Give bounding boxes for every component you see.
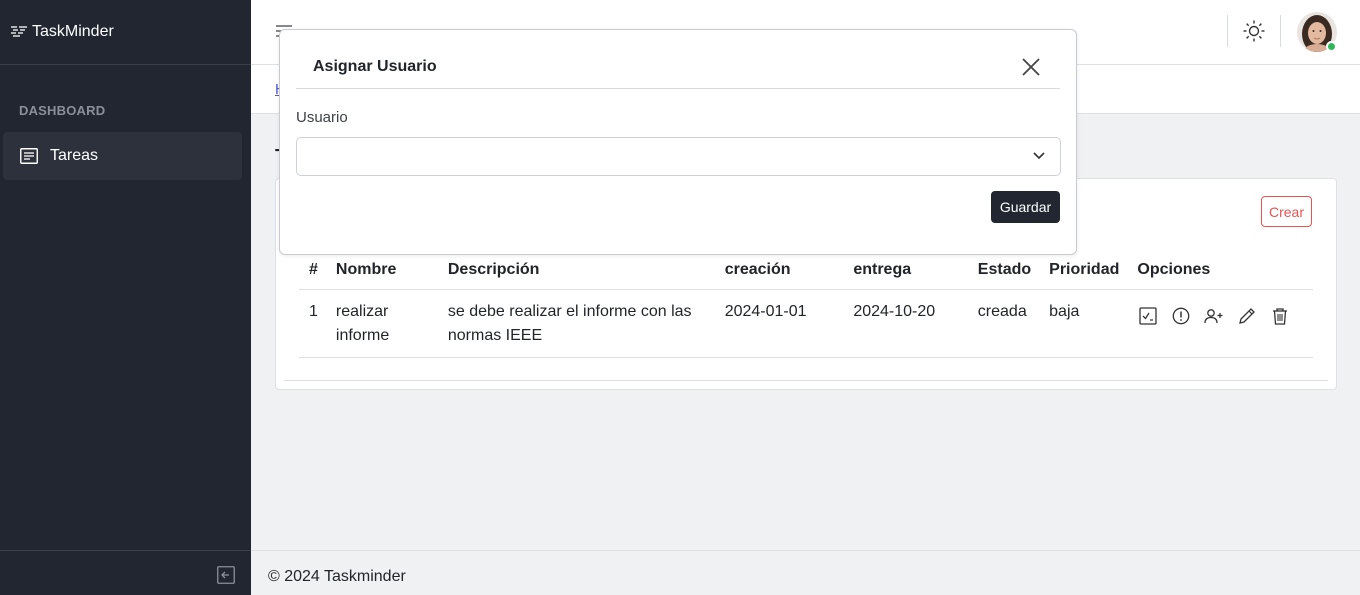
brand-name: TaskMinder	[32, 23, 114, 40]
tasks-table: # Nombre Descripción creación entrega Es…	[299, 251, 1313, 358]
table-row: 1 realizar informe se debe realizar el i…	[299, 289, 1313, 358]
assign-user-modal: Asignar Usuario Usuario Guardar	[279, 29, 1077, 255]
brand[interactable]: TaskMinder	[0, 0, 251, 65]
usuario-label: Usuario	[296, 109, 348, 126]
footer: © 2024 Taskminder	[251, 550, 1360, 595]
trash-icon[interactable]	[1269, 305, 1291, 327]
checklist-icon[interactable]	[1137, 305, 1159, 327]
close-icon[interactable]	[1020, 56, 1042, 78]
col-header-entrega: entrega	[843, 251, 968, 290]
cell-entrega: 2024-10-20	[843, 289, 968, 358]
cell-nombre: realizar informe	[325, 289, 438, 358]
header-divider	[1227, 15, 1228, 47]
chevron-down-icon	[1033, 152, 1045, 160]
cell-opciones	[1127, 289, 1313, 358]
cell-id: 1	[299, 289, 326, 358]
sidebar-item-tareas[interactable]: Tareas	[3, 132, 242, 180]
logo-icon	[11, 26, 27, 37]
card-divider	[284, 380, 1328, 381]
table-header-row: # Nombre Descripción creación entrega Es…	[299, 251, 1313, 290]
col-header-prioridad: Prioridad	[1039, 251, 1128, 290]
modal-title: Asignar Usuario	[313, 58, 437, 75]
sidebar-footer	[0, 550, 251, 595]
col-header-nombre: Nombre	[325, 251, 438, 290]
list-icon	[20, 148, 38, 164]
cell-estado: creada	[967, 289, 1040, 358]
col-header-creacion: creación	[714, 251, 844, 290]
sidebar-item-label: Tareas	[50, 147, 99, 164]
alert-icon[interactable]	[1170, 305, 1192, 327]
col-header-descripcion: Descripción	[437, 251, 715, 290]
sun-icon[interactable]	[1242, 19, 1266, 43]
save-button[interactable]: Guardar	[991, 191, 1060, 223]
edit-icon[interactable]	[1236, 305, 1258, 327]
add-user-icon[interactable]	[1203, 305, 1225, 327]
cell-descripcion: se debe realizar el informe con las norm…	[437, 289, 715, 358]
col-header-id: #	[299, 251, 326, 290]
cell-creacion: 2024-01-01	[714, 289, 844, 358]
online-status-dot	[1326, 41, 1337, 52]
footer-text: © 2024 Taskminder	[268, 568, 406, 585]
collapse-sidebar-icon[interactable]	[217, 566, 235, 584]
create-task-button[interactable]: Crear	[1261, 196, 1312, 227]
cell-prioridad: baja	[1039, 289, 1128, 358]
modal-divider	[296, 88, 1060, 89]
sidebar: TaskMinder DASHBOARD Tareas	[0, 0, 251, 595]
col-header-estado: Estado	[967, 251, 1040, 290]
col-header-opciones: Opciones	[1127, 251, 1313, 290]
header-divider	[1280, 15, 1281, 47]
nav-section-title: DASHBOARD	[19, 103, 106, 118]
usuario-select[interactable]	[296, 137, 1061, 176]
